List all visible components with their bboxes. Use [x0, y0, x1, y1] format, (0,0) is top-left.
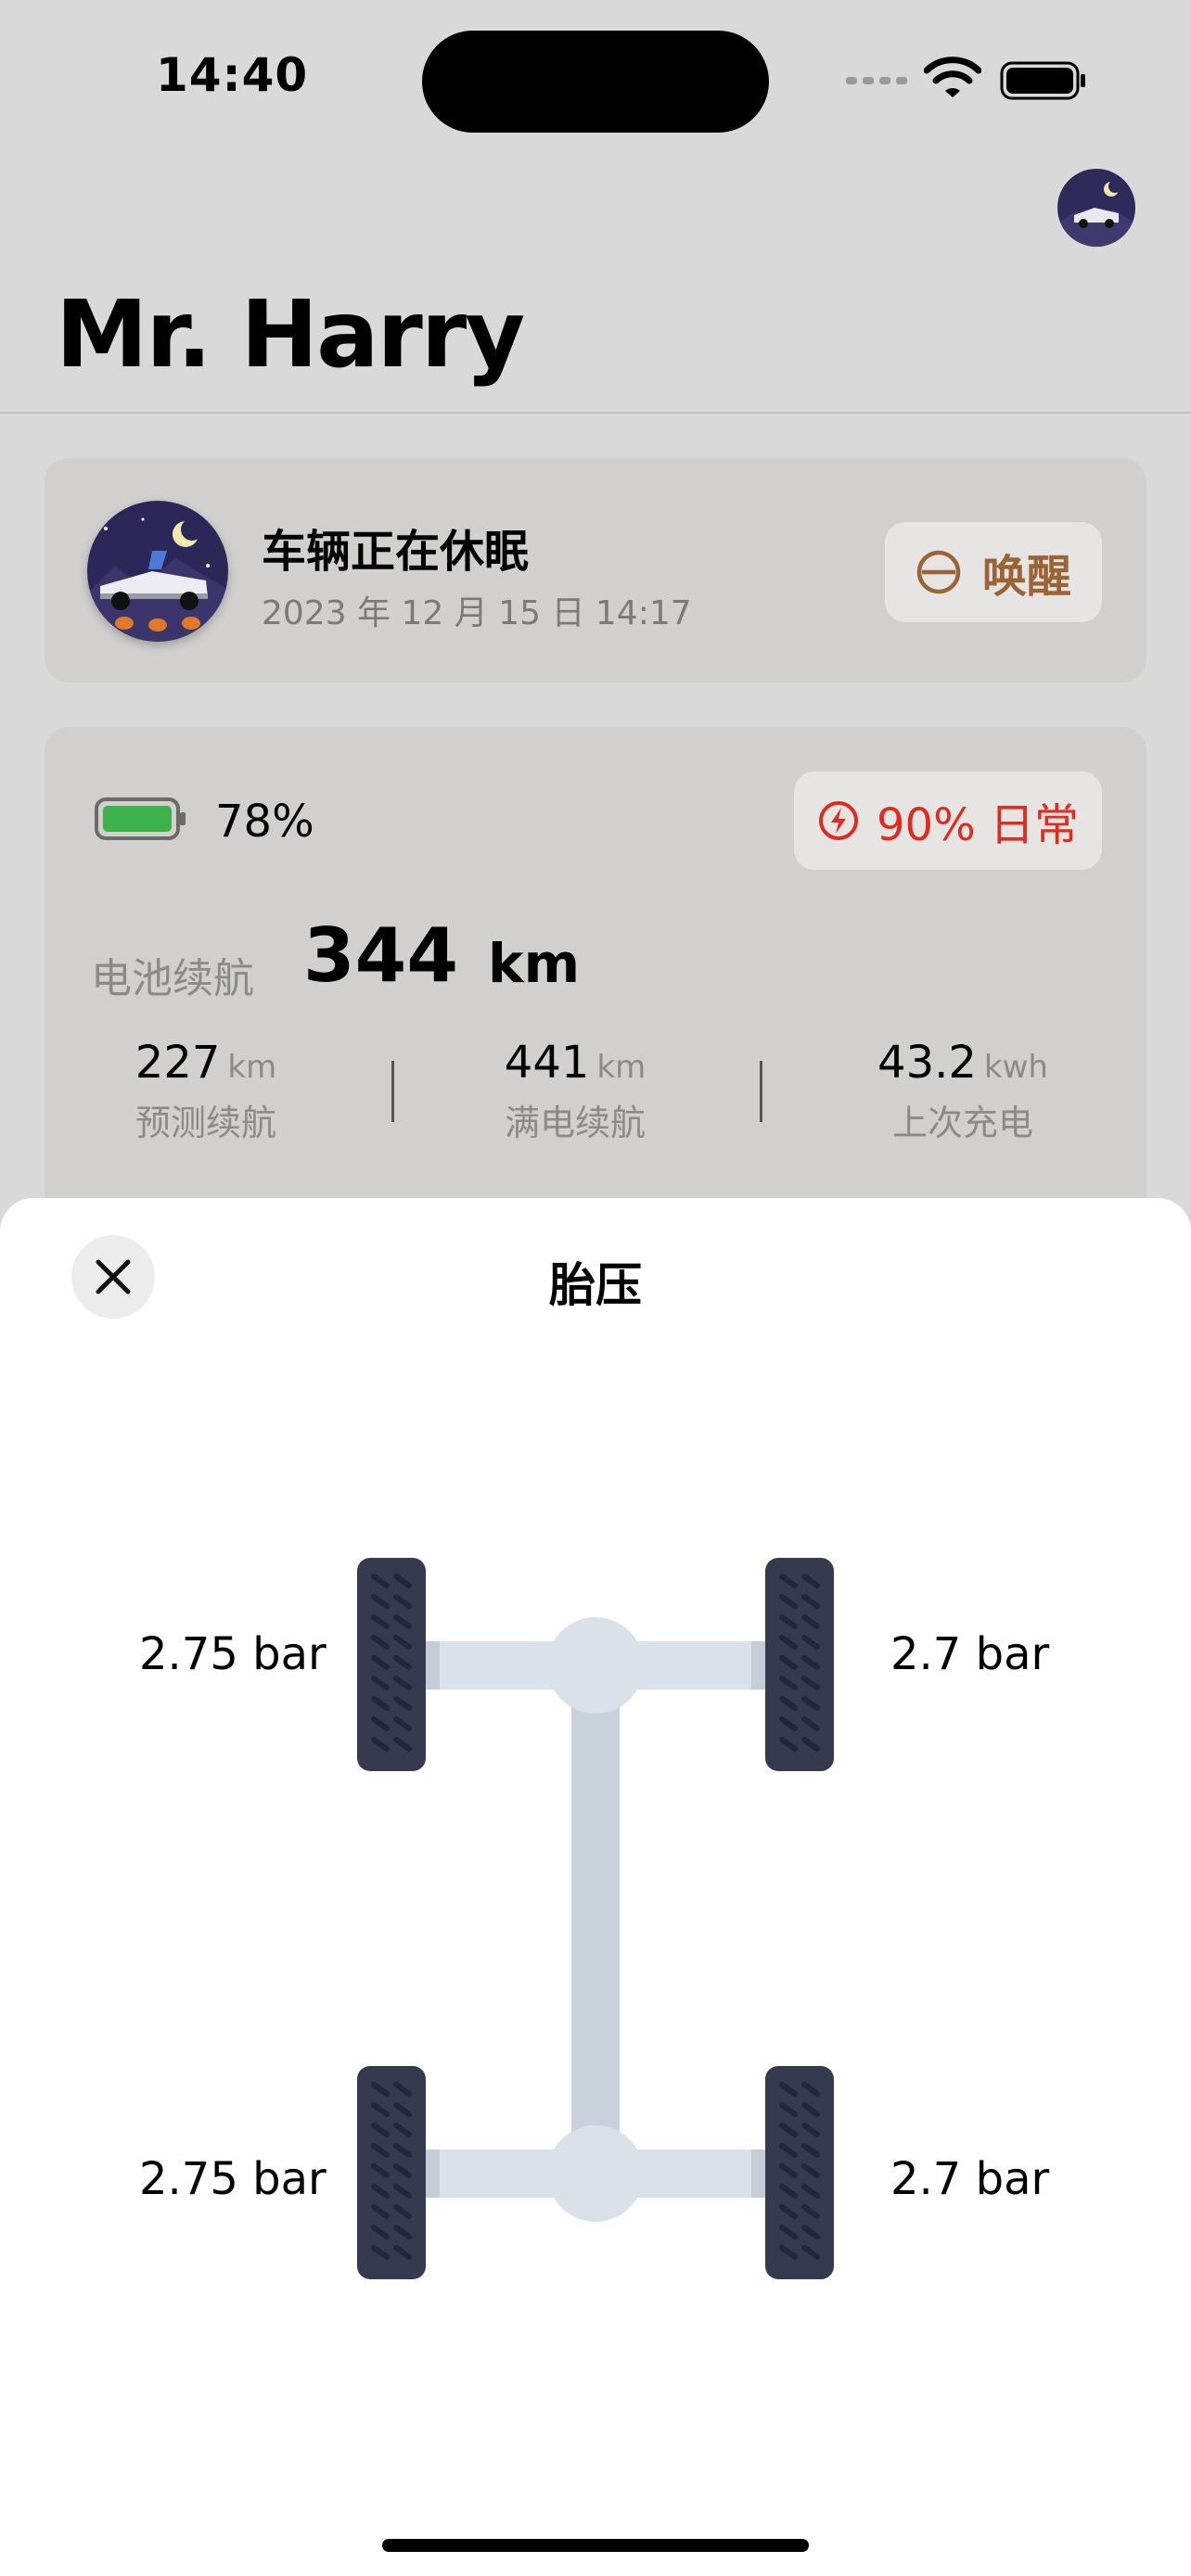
battery-icon [1000, 61, 1085, 100]
avatar[interactable] [1057, 169, 1135, 247]
tire-rear-right [765, 2066, 834, 2279]
car-avatar-image [1057, 169, 1135, 247]
vehicle-avatar [87, 501, 228, 642]
tire-front-right [765, 1558, 834, 1771]
stat-last-charge: 43.2 kwh 上次充电 [842, 1037, 1083, 1145]
stat-value: 227 [134, 1037, 221, 1089]
home-indicator[interactable] [382, 2539, 809, 2552]
stat-unit: km [596, 1049, 647, 1086]
cellular-signal-icon [846, 77, 907, 84]
stat-divider [760, 1061, 762, 1122]
stat-label: 满电续航 [504, 1103, 646, 1143]
driveshaft [571, 1654, 620, 2192]
range-unit: km [488, 932, 581, 995]
charge-limit-button[interactable]: 90% 日常 [794, 772, 1102, 870]
stat-unit: km [227, 1049, 277, 1086]
stat-divider [391, 1061, 394, 1122]
page-title: Mr. Harry [56, 280, 525, 389]
tire-rear-left [357, 2066, 426, 2279]
vehicle-status-title: 车辆正在休眠 [262, 526, 530, 578]
wake-button-label: 唤醒 [981, 551, 1071, 603]
stat-full-range: 441 km 满电续航 [455, 1037, 696, 1145]
power-ring-icon [916, 550, 961, 594]
stat-value: 43.2 [877, 1037, 977, 1089]
stat-unit: kwh [983, 1049, 1048, 1086]
charge-limit-label: 90% 日常 [877, 799, 1079, 851]
lightning-bolt-icon [819, 801, 859, 840]
rear-differential [547, 2125, 644, 2222]
tire-front-left [357, 1558, 426, 1771]
battery-percent: 78% [215, 796, 314, 848]
range-value: 344 [303, 912, 458, 999]
wifi-icon [924, 57, 981, 97]
stat-label: 预测续航 [134, 1103, 276, 1143]
wake-button[interactable]: 唤醒 [885, 522, 1102, 622]
front-differential [547, 1617, 644, 1714]
dynamic-island [422, 31, 769, 133]
stat-predicted-range: 227 km 预测续航 [85, 1037, 327, 1145]
sheet-title: 胎压 [549, 1258, 642, 1312]
header-divider [0, 412, 1191, 414]
chassis-diagram [352, 1554, 839, 2279]
tire-pressure-rear-left: 2.75 bar [139, 2153, 327, 2205]
battery-level-icon [95, 797, 186, 840]
tire-pressure-front-right: 2.7 bar [890, 1628, 1050, 1680]
range-label: 电池续航 [91, 955, 254, 1002]
tire-pressure-rear-right: 2.7 bar [890, 2153, 1050, 2205]
stat-value: 441 [504, 1037, 590, 1089]
stat-label: 上次充电 [891, 1103, 1033, 1143]
status-time: 14:40 [156, 48, 309, 102]
tire-pressure-front-left: 2.75 bar [139, 1628, 327, 1680]
car-avatar-image [87, 501, 228, 642]
vehicle-status-timestamp: 2023 年 12 月 15 日 14:17 [262, 594, 692, 632]
